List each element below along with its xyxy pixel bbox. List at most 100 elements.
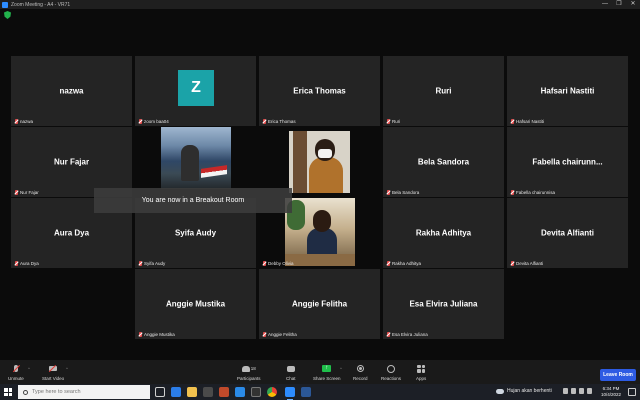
participant-tile-anggie-felitha[interactable]: Anggie Felitha Anggie Felitha — [259, 269, 380, 339]
participant-tile-nur-fajar[interactable]: Nur Fajar Nur Fajar — [11, 127, 132, 197]
word-icon[interactable] — [301, 387, 311, 397]
apps-label: Apps — [416, 376, 427, 381]
muted-mic-icon — [139, 261, 142, 266]
reactions-button[interactable]: Reactions — [381, 364, 401, 381]
windows-start-icon[interactable] — [4, 388, 12, 396]
participant-tile-anggie-mustika[interactable]: Anggie Mustika Anggie Mustika — [135, 269, 256, 339]
security-shield-icon[interactable] — [4, 11, 11, 19]
reactions-label: Reactions — [381, 376, 402, 381]
meeting-toolbar: Unmute ^ Start Video ^ 18 Participants C… — [0, 360, 640, 384]
participant-name: Esa Elvira Juliana — [409, 299, 478, 309]
video-flag — [201, 165, 227, 178]
record-button[interactable]: Record — [353, 364, 368, 381]
zoom-taskbar-icon[interactable] — [285, 387, 295, 400]
muted-mic-icon — [15, 261, 18, 266]
participant-tile-esa-elvira-juliana[interactable]: Esa Elvira Juliana Esa Elvira Juliana — [383, 269, 504, 339]
mail-icon[interactable] — [235, 387, 245, 397]
participants-icon: 18 — [241, 364, 257, 373]
share-options-caret-icon[interactable]: ^ — [340, 366, 342, 371]
muted-mic-icon — [263, 332, 266, 337]
participant-tile-nazwa[interactable]: nazwa nazwa — [11, 56, 132, 126]
participant-name: Ruri — [435, 86, 452, 96]
leave-room-button[interactable]: Leave Room — [600, 369, 636, 381]
participant-name: Anggie Mustika — [165, 299, 226, 309]
participant-label: Fabella chairunnisa — [511, 190, 555, 195]
start-video-button[interactable]: Start Video — [42, 364, 64, 381]
window-controls: — ❐ ✕ — [598, 0, 640, 9]
participant-name: Anggie Felitha — [291, 299, 348, 309]
participant-tile-zoom-baa04[interactable]: Z zoom baa04 — [135, 56, 256, 126]
network-icon[interactable] — [571, 388, 576, 394]
participant-tile-hafsari-nastiti[interactable]: Hafsari Nastiti Hafsari Nastiti — [507, 56, 628, 126]
office-icon[interactable] — [219, 387, 229, 397]
app-icon[interactable] — [251, 387, 261, 397]
volume-icon[interactable] — [579, 388, 584, 394]
share-screen-button[interactable]: ↑ Share Screen — [313, 364, 341, 381]
participant-label-text: zoom baa04 — [144, 119, 169, 124]
edge-browser-icon[interactable] — [171, 387, 181, 397]
search-icon — [23, 389, 28, 395]
chrome-icon[interactable] — [267, 387, 277, 397]
participant-label-text: Hafsari Nastiti — [516, 119, 545, 124]
apps-icon — [417, 364, 426, 373]
participants-button[interactable]: 18 Participants — [237, 364, 261, 381]
tray-chevron-icon[interactable] — [563, 388, 568, 394]
taskbar-search[interactable] — [18, 385, 150, 399]
muted-mic-icon — [511, 261, 514, 266]
participant-video — [285, 198, 355, 266]
participant-tile-erica-thomas[interactable]: Erica Thomas Erica Thomas — [259, 56, 380, 126]
store-icon[interactable] — [203, 387, 213, 397]
minimize-button[interactable]: — — [598, 0, 612, 9]
video-face-mask — [318, 149, 332, 158]
participant-tile-fabella[interactable]: Fabella chairunn... Fabella chairunnisa — [507, 127, 628, 197]
muted-mic-icon — [387, 190, 390, 195]
windows-taskbar: Hujan akan berhenti 6:34 PM 10/4/2022 — [0, 384, 640, 400]
share-screen-icon: ↑ — [322, 364, 332, 373]
participant-tile-video-sea[interactable] — [135, 127, 256, 197]
title-bar: Zoom Meeting - A4 - VR71 — ❐ ✕ — [0, 0, 640, 9]
weather-widget[interactable]: Hujan akan berhenti — [496, 388, 552, 394]
rain-cloud-icon — [496, 388, 504, 394]
participants-label: Participants — [237, 376, 261, 381]
participant-label-text: Nur Fajar — [20, 190, 39, 195]
participant-label-text: Esa Elvira Juliana — [392, 332, 428, 337]
participant-video — [289, 131, 350, 193]
muted-mic-icon — [11, 364, 20, 373]
muted-mic-icon — [511, 119, 514, 124]
participant-name: nazwa — [59, 86, 84, 96]
video-options-caret-icon[interactable]: ^ — [66, 366, 68, 371]
video-person-body — [309, 157, 343, 193]
participant-name: Fabella chairunn... — [532, 157, 603, 167]
maximize-button[interactable]: ❐ — [612, 0, 626, 9]
record-icon — [356, 364, 365, 373]
participant-video — [161, 127, 231, 189]
participant-tile-video-mask[interactable] — [259, 127, 380, 197]
video-off-icon — [48, 364, 58, 373]
taskbar-clock[interactable]: 6:34 PM 10/4/2022 — [598, 386, 624, 398]
chat-button[interactable]: Chat — [286, 364, 296, 381]
start-video-label: Start Video — [42, 376, 65, 381]
muted-mic-icon — [387, 332, 390, 337]
zoom-window: Zoom Meeting - A4 - VR71 — ❐ ✕ nazwa naz… — [0, 0, 640, 400]
battery-icon[interactable] — [587, 388, 592, 394]
file-explorer-icon[interactable] — [187, 387, 197, 397]
unmute-button[interactable]: Unmute — [8, 364, 24, 381]
apps-button[interactable]: Apps — [416, 364, 426, 381]
task-view-icon[interactable] — [155, 387, 165, 397]
participant-tile-devita-alfianti[interactable]: Devita Alfianti Devita Alfianti — [507, 198, 628, 268]
audio-options-caret-icon[interactable]: ^ — [28, 366, 30, 371]
participant-name: Erica Thomas — [293, 86, 346, 96]
notification-center-icon[interactable] — [628, 388, 636, 396]
avatar: Z — [178, 70, 214, 106]
participant-label: Anggie Felitha — [263, 332, 297, 337]
close-button[interactable]: ✕ — [626, 0, 640, 9]
participant-tile-rakha-adhitya[interactable]: Rakha Adhitya Rakha Adhitya — [383, 198, 504, 268]
taskbar-search-input[interactable] — [32, 389, 142, 395]
participant-label: Anggie Mustika — [139, 332, 175, 337]
muted-mic-icon — [263, 119, 266, 124]
participant-tile-bela-sandora[interactable]: Bela Sandora Bela Sandora — [383, 127, 504, 197]
participant-label-text: Anggie Mustika — [144, 332, 175, 337]
participant-tile-ruri[interactable]: Ruri Ruri — [383, 56, 504, 126]
record-label: Record — [353, 376, 368, 381]
participant-label-text: Ruri — [392, 119, 401, 124]
